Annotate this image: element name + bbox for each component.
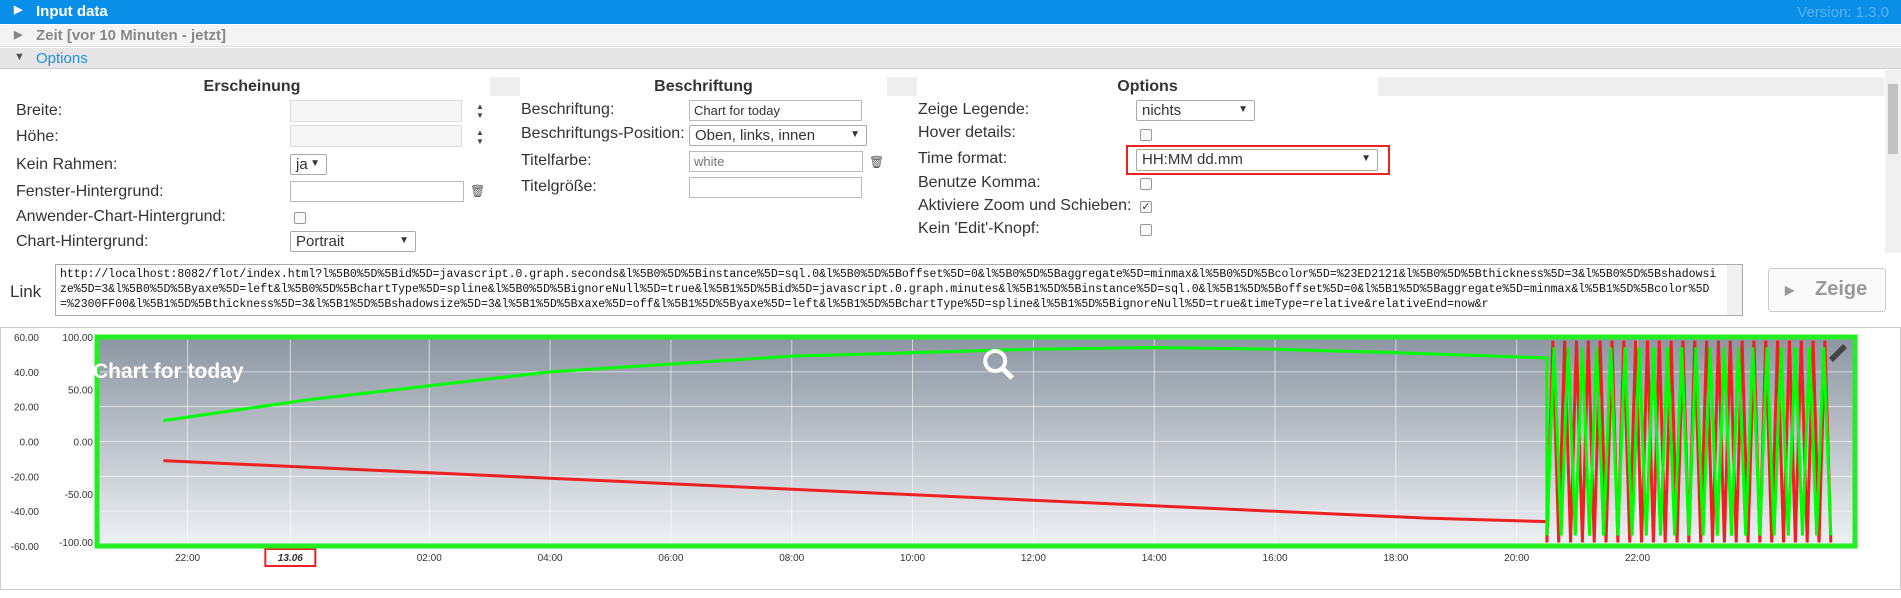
- y-right-tick-label: -50.00: [65, 490, 94, 501]
- hoehe-stepper[interactable]: ▲ ▼: [476, 128, 484, 146]
- y-left-tick-label: -20.00: [11, 472, 40, 483]
- zeit-title: Zeit [vor 10 Minuten - jetzt]: [36, 27, 227, 44]
- hoehe-label: Höhe:: [16, 128, 59, 145]
- options-scrollbar[interactable]: [1885, 70, 1901, 253]
- x-tick-label: 04:00: [538, 553, 563, 564]
- scrollbar-thumb[interactable]: [1888, 84, 1898, 154]
- legende-select[interactable]: nichts ▼: [1136, 100, 1255, 121]
- x-tick-label: 22:00: [1625, 553, 1650, 564]
- chart-bg-label: Chart-Hintergrund:: [16, 233, 149, 250]
- zoom-label: Aktiviere Zoom und Schieben:: [918, 197, 1132, 214]
- dropdown-arrow-icon: ▼: [850, 129, 860, 140]
- breite-label: Breite:: [16, 102, 63, 119]
- position-select[interactable]: Oben, links, innen ▼: [689, 125, 867, 146]
- edit-checkbox[interactable]: [1140, 224, 1152, 236]
- chart-title: Chart for today: [93, 360, 244, 383]
- beschriftung-label: Beschriftung:: [521, 101, 615, 118]
- titelfarbe-label: Titelfarbe:: [521, 152, 592, 169]
- y-left-tick-label: 60.00: [14, 333, 39, 344]
- show-button[interactable]: ▶ Zeige: [1768, 268, 1886, 312]
- link-scrollbar[interactable]: [1727, 265, 1742, 315]
- beschriftung-input[interactable]: Chart for today: [689, 100, 862, 121]
- version-label: Version: 1.3.0: [1797, 4, 1889, 21]
- options-header[interactable]: ▼ Options: [0, 48, 1901, 69]
- x-tick-label: 16:00: [1263, 553, 1288, 564]
- chart-svg[interactable]: 60.00 40.00 20.00 0.00 -20.00 -40.00 -60.00 100…: [1, 328, 1900, 589]
- y-left-tick-label: 20.00: [14, 403, 39, 414]
- rahmen-select[interactable]: ja ▼: [290, 154, 327, 175]
- titelgroesse-label: Titelgröße:: [521, 178, 597, 195]
- y-right-tick-label: 0.00: [74, 438, 94, 449]
- beschriftung-heading: Beschriftung: [520, 76, 887, 98]
- play-icon: ▶: [1785, 283, 1795, 297]
- x-tick-label: 10:00: [900, 553, 925, 564]
- dropdown-arrow-icon: ▼: [399, 235, 409, 246]
- y-right-tick-label: 100.00: [62, 333, 93, 344]
- rahmen-label: Kein Rahmen:: [16, 156, 118, 173]
- dropdown-arrow-icon: ▼: [1238, 104, 1248, 115]
- input-data-header[interactable]: ▶ Input data Version: 1.3.0: [0, 0, 1901, 24]
- x-tick-label: 06:00: [658, 553, 683, 564]
- trash-icon[interactable]: 🗑: [470, 184, 485, 198]
- time-format-value: HH:MM dd.mm: [1142, 151, 1243, 168]
- options-panel: Erscheinung Beschriftung Options Breite:…: [0, 70, 1901, 253]
- y-left-tick-label: 40.00: [14, 368, 39, 379]
- input-data-title: Input data: [36, 3, 108, 20]
- options-heading: Options: [917, 76, 1378, 98]
- edit-label: Kein 'Edit'-Knopf:: [918, 220, 1040, 237]
- chevron-right-icon: ▶: [14, 4, 23, 16]
- x-tick-label: 18:00: [1383, 553, 1408, 564]
- komma-label: Benutze Komma:: [918, 174, 1041, 191]
- y-left-tick-label: -60.00: [11, 542, 40, 553]
- show-button-label: Zeige: [1815, 278, 1868, 300]
- y-left-tick-label: -40.00: [11, 507, 40, 518]
- link-url: http://localhost:8082/flot/index.html?l%…: [60, 268, 1717, 311]
- position-label: Beschriftungs-Position:: [521, 125, 685, 142]
- x-tick-label: 12:00: [1021, 553, 1046, 564]
- x-tick-label: 22:00: [175, 553, 200, 564]
- x-tick-label: 14:00: [1142, 553, 1167, 564]
- breite-stepper[interactable]: ▲ ▼: [476, 102, 484, 120]
- legende-value: nichts: [1142, 102, 1182, 119]
- chart-container[interactable]: 60.00 40.00 20.00 0.00 -20.00 -40.00 -60.00 100…: [0, 327, 1901, 590]
- komma-checkbox[interactable]: [1140, 178, 1152, 190]
- x-tick-label: 13.06: [278, 553, 303, 564]
- hoehe-input[interactable]: [290, 125, 462, 147]
- x-tick-label: 08:00: [779, 553, 804, 564]
- dropdown-arrow-icon: ▼: [310, 158, 320, 169]
- chevron-right-icon: ▶: [14, 29, 23, 41]
- y-right-tick-label: -100.00: [59, 538, 93, 549]
- time-format-select[interactable]: HH:MM dd.mm ▼: [1136, 149, 1378, 171]
- y-right-tick-label: 50.00: [68, 385, 93, 396]
- trash-icon[interactable]: 🗑: [869, 155, 884, 169]
- titelgroesse-input[interactable]: [689, 177, 862, 198]
- chart-bg-select[interactable]: Portrait ▼: [290, 231, 416, 252]
- position-value: Oben, links, innen: [695, 127, 816, 144]
- legende-label: Zeige Legende:: [918, 101, 1030, 118]
- y-left-tick-label: 0.00: [20, 438, 40, 449]
- time-format-label: Time format:: [918, 150, 1008, 167]
- fenster-label: Fenster-Hintergrund:: [16, 183, 164, 200]
- anwender-label: Anwender-Chart-Hintergrund:: [16, 208, 226, 225]
- rahmen-value: ja: [296, 156, 308, 173]
- chart-bg-value: Portrait: [296, 233, 345, 250]
- link-label: Link: [10, 282, 42, 301]
- options-title: Options: [36, 50, 88, 67]
- fenster-input[interactable]: [290, 181, 464, 202]
- x-tick-label: 20:00: [1504, 553, 1529, 564]
- anwender-checkbox[interactable]: [294, 212, 306, 224]
- hover-label: Hover details:: [918, 124, 1016, 141]
- hover-checkbox[interactable]: [1140, 129, 1152, 141]
- titelfarbe-input[interactable]: [689, 151, 863, 172]
- x-tick-label: 02:00: [417, 553, 442, 564]
- link-textarea[interactable]: http://localhost:8082/flot/index.html?l%…: [55, 264, 1743, 316]
- dropdown-arrow-icon: ▼: [1361, 153, 1371, 164]
- erscheinung-heading: Erscheinung: [14, 76, 490, 98]
- breite-input[interactable]: [290, 100, 462, 122]
- chevron-down-icon: ▼: [14, 51, 25, 63]
- zoom-checkbox[interactable]: ✓: [1140, 201, 1152, 213]
- zeit-header[interactable]: ▶ Zeit [vor 10 Minuten - jetzt]: [0, 25, 1901, 47]
